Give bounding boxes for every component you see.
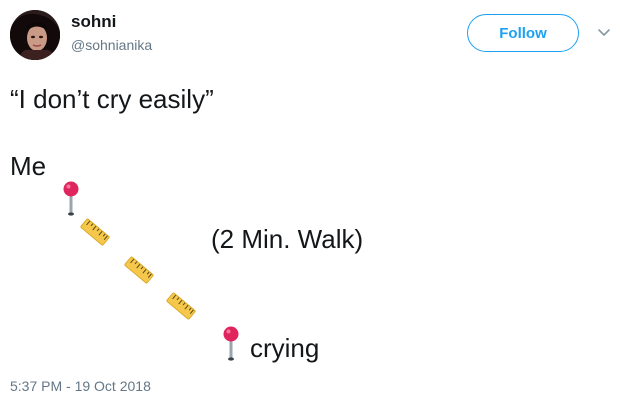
follow-button[interactable]: Follow — [467, 14, 579, 52]
tweet-text-line-1: “I don’t cry easily” — [10, 84, 214, 114]
chevron-down-icon[interactable] — [597, 26, 611, 38]
author-display-name[interactable]: sohni — [71, 12, 116, 32]
round-pushpin-icon — [223, 326, 239, 361]
tweet-timestamp[interactable]: 5:37 PM - 19 Oct 2018 — [10, 378, 151, 394]
straight-ruler-icon — [124, 256, 154, 284]
avatar-image — [10, 10, 60, 60]
straight-ruler-icon — [166, 292, 196, 320]
author-handle[interactable]: @sohnianika — [71, 37, 152, 53]
avatar[interactable] — [10, 10, 60, 60]
straight-ruler-icon — [80, 218, 110, 246]
round-pushpin-icon — [63, 181, 79, 216]
destination-label: crying — [250, 333, 320, 363]
walk-duration-label: (2 Min. Walk) — [211, 224, 364, 254]
tweet-text-line-2: Me — [10, 151, 47, 181]
